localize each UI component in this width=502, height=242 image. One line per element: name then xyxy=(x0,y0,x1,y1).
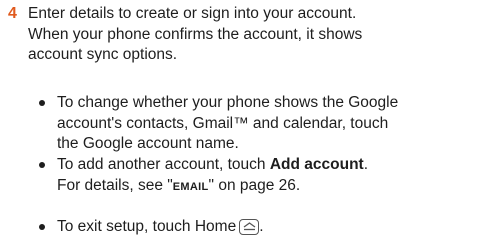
bullet-dot xyxy=(39,100,45,106)
step-line-3: account sync options. xyxy=(28,46,178,63)
step-line-1: Enter details to create or sign into you… xyxy=(28,5,357,22)
bullet-2-line-2: For details, see "EMAIL" on page 26. xyxy=(57,176,301,194)
step-number: 4 xyxy=(8,5,17,22)
step-4: 4 Enter details to create or sign into y… xyxy=(8,4,498,66)
step-line-2: When your phone confirms the account, it… xyxy=(28,25,363,43)
bullet-list-item-3: To exit setup, touch Home. xyxy=(37,217,497,238)
bullet-3-line-1: To exit setup, touch Home. xyxy=(57,218,264,235)
bullet-1-line-3: the Google account name. xyxy=(57,135,239,152)
add-account-label: Add account xyxy=(269,156,364,173)
bullet-list-item-2: To add another account, touch Add accoun… xyxy=(37,155,497,197)
step-text: Enter details to create or sign into you… xyxy=(28,4,498,66)
bullet-1-line-2: account's contacts, Gmail™ and calendar,… xyxy=(57,114,389,132)
email-reference: EMAIL xyxy=(172,180,209,193)
list-item: To add another account, touch Add accoun… xyxy=(37,155,497,197)
bullet-list-item-1: To change whether your phone shows the G… xyxy=(37,93,497,155)
bullet-dot xyxy=(39,224,45,230)
bullet-2-line-1: To add another account, touch Add accoun… xyxy=(57,156,369,173)
bullet-dot xyxy=(39,162,45,168)
bullet-1-line-1: To change whether your phone shows the G… xyxy=(57,94,399,111)
home-key-icon xyxy=(239,219,260,235)
list-item: To exit setup, touch Home. xyxy=(37,217,497,238)
list-item: To change whether your phone shows the G… xyxy=(37,93,497,155)
instruction-page: 4 Enter details to create or sign into y… xyxy=(0,0,502,242)
